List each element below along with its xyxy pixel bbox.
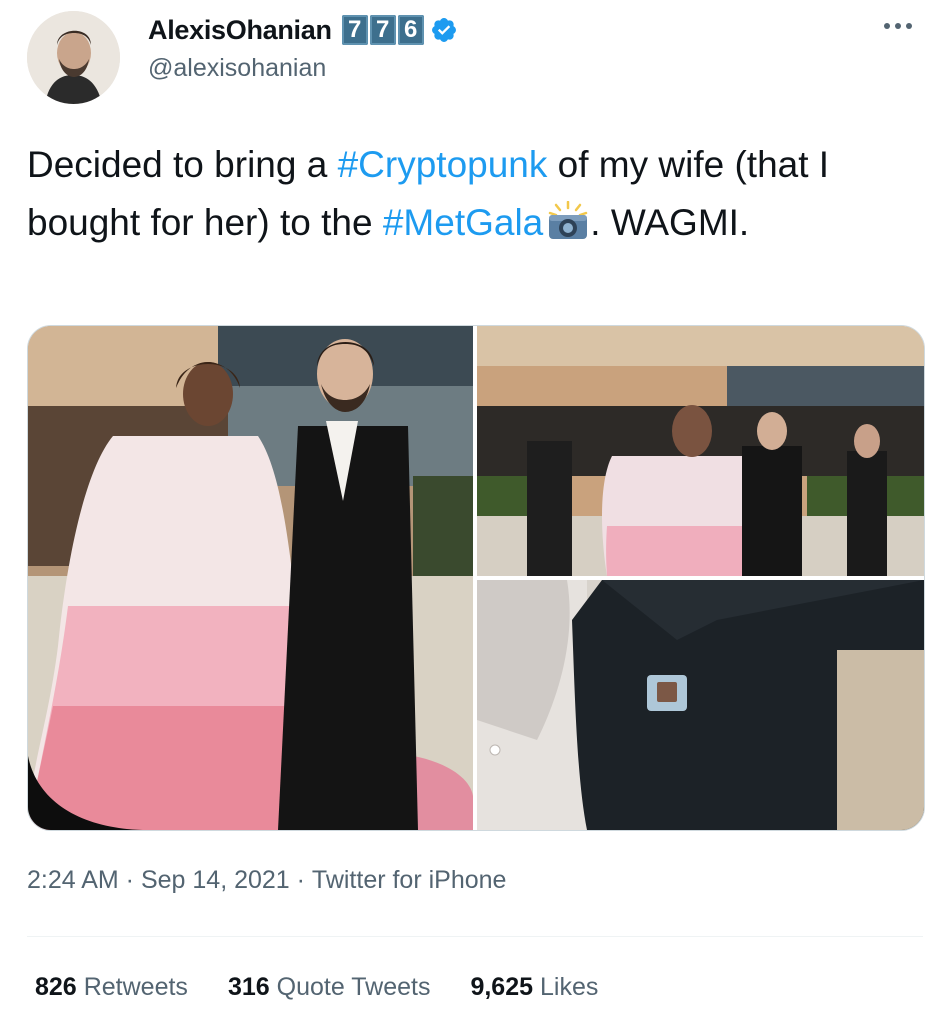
quote-tweets-stat[interactable]: 316 Quote Tweets (228, 973, 431, 1002)
photo-red-carpet-crowd-image (477, 326, 924, 576)
quotes-count: 316 (227, 973, 270, 1001)
photo-grid (27, 325, 925, 831)
retweets-label: Retweets (83, 973, 188, 1001)
avatar[interactable] (27, 11, 120, 104)
likes-count: 9,625 (470, 973, 534, 1001)
photo-red-carpet-crowd[interactable] (477, 326, 924, 576)
name-tile: 6 (397, 15, 424, 45)
meta-separator: · (289, 866, 312, 894)
author-name-row: AlexisOhanian 7 7 6 (148, 13, 458, 47)
avatar-photo (27, 11, 120, 104)
tweet-time[interactable]: 2:24 AM (27, 866, 119, 895)
tweet-date[interactable]: Sep 14, 2021 (141, 866, 290, 895)
camera-with-flash-emoji (549, 200, 588, 239)
retweets-stat[interactable]: 826 Retweets (35, 973, 188, 1002)
photo-couple-met-gala-image (28, 326, 473, 830)
photo-lapel-pin-closeup-image (477, 580, 924, 830)
more-horizontal-icon (884, 23, 912, 29)
name-tile: 7 (341, 15, 368, 45)
photo-lapel-pin-closeup[interactable] (477, 580, 924, 830)
more-options-button[interactable] (874, 8, 922, 44)
tweet-meta: 2:24 AM · Sep 14, 2021 · Twitter for iPh… (27, 866, 506, 895)
quotes-label: Quote Tweets (276, 973, 431, 1001)
meta-separator: · (118, 866, 141, 894)
verified-badge-icon[interactable] (430, 16, 458, 44)
hashtag-link[interactable]: #MetGala (383, 202, 543, 243)
author-display-name[interactable]: AlexisOhanian (148, 15, 332, 46)
tweet-text-part: Decided to bring a (27, 144, 338, 185)
name-tile: 7 (369, 15, 396, 45)
hashtag-link[interactable]: #Cryptopunk (338, 144, 548, 185)
tweet-text-part: . WAGMI. (590, 202, 750, 243)
divider (27, 936, 923, 937)
likes-label: Likes (540, 973, 599, 1001)
author-handle[interactable]: @alexisohanian (148, 54, 326, 83)
name-tiles: 7 7 6 (341, 15, 426, 45)
tweet-text: Decided to bring a #Cryptopunk of my wif… (27, 136, 917, 252)
likes-stat[interactable]: 9,625 Likes (470, 973, 598, 1002)
photo-couple-met-gala[interactable] (28, 326, 473, 830)
tweet-stats: 826 Retweets 316 Quote Tweets 9,625 Like… (35, 973, 638, 1002)
retweets-count: 826 (35, 973, 77, 1001)
tweet-source[interactable]: Twitter for iPhone (312, 866, 507, 895)
